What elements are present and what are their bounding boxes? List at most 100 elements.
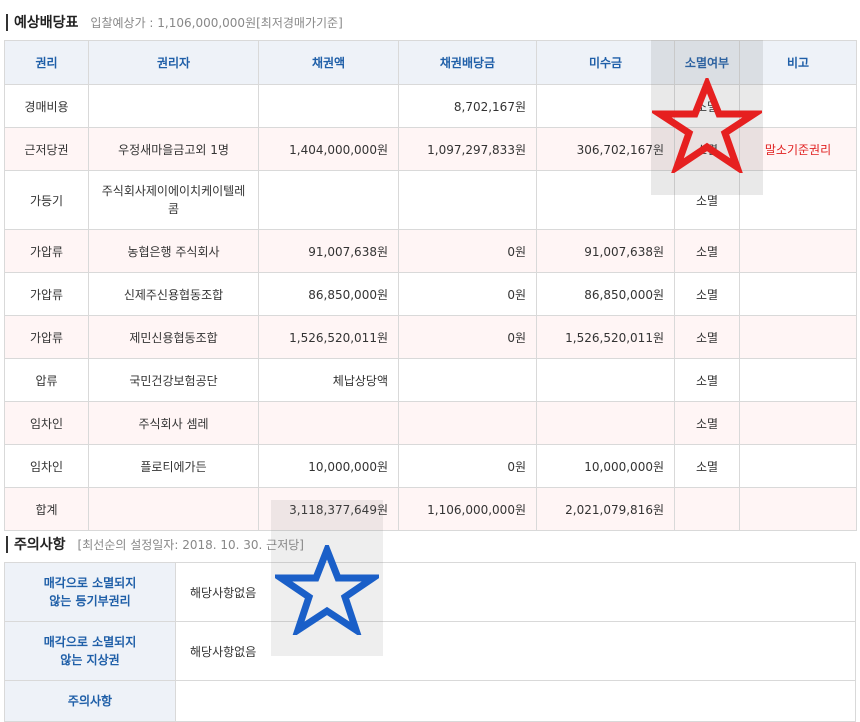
dividend-title: 예상배당표 xyxy=(14,15,79,31)
cell-extinct: 소멸 xyxy=(674,229,740,273)
row-label-line1: 매각으로 소멸되지 xyxy=(43,576,137,590)
table-header-row: 권리 권리자 채권액 채권배당금 미수금 소멸여부 비고 xyxy=(4,40,857,85)
cell-claim: 3,118,377,649원 xyxy=(258,487,399,531)
cell-dividend: 8,702,167원 xyxy=(398,84,537,128)
cell-unpaid: 306,702,167원 xyxy=(536,127,675,171)
col-header-unpaid: 미수금 xyxy=(536,40,675,85)
cell-dividend: 0원 xyxy=(398,315,537,359)
cell-note xyxy=(739,272,857,316)
row-label: 매각으로 소멸되지 않는 등기부권리 xyxy=(4,562,176,622)
cell-claim xyxy=(258,401,399,445)
row-value: 해당사항없음 xyxy=(175,621,856,681)
cell-claim xyxy=(258,84,399,128)
cell-holder xyxy=(88,487,259,531)
cell-note xyxy=(739,84,857,128)
cell-note xyxy=(739,315,857,359)
cell-extinct: 소멸 xyxy=(674,444,740,488)
cell-holder xyxy=(88,84,259,128)
cell-extinct: 소멸 xyxy=(674,84,740,128)
cell-unpaid: 2,021,079,816원 xyxy=(536,487,675,531)
cell-right: 임차인 xyxy=(4,444,89,488)
cell-extinct: 소멸 xyxy=(674,315,740,359)
title-bar xyxy=(6,535,8,553)
col-header-note: 비고 xyxy=(739,40,857,85)
col-header-extinct: 소멸여부 xyxy=(674,40,740,85)
cell-note xyxy=(739,444,857,488)
cell-holder: 우정새마을금고외 1명 xyxy=(88,127,259,171)
cell-unpaid xyxy=(536,358,675,402)
cell-holder: 주식회사제이에이치케이텔레콤 xyxy=(88,170,259,230)
table-row: 매각으로 소멸되지 않는 지상권 해당사항없음 xyxy=(4,621,856,681)
dividend-table: 권리 권리자 채권액 채권배당금 미수금 소멸여부 비고 경매비용 8,702,… xyxy=(4,40,857,531)
cell-unpaid xyxy=(536,84,675,128)
dividend-subtitle: 입찰예상가 : 1,106,000,000원[최저경매가기준] xyxy=(90,16,343,30)
col-header-claim: 채권액 xyxy=(258,40,399,85)
cell-claim: 1,404,000,000원 xyxy=(258,127,399,171)
notes-title: 주의사항 xyxy=(14,537,66,553)
cell-extinct: 소멸 xyxy=(674,170,740,230)
table-row: 매각으로 소멸되지 않는 등기부권리 해당사항없음 xyxy=(4,562,856,622)
cell-note xyxy=(739,170,857,230)
cell-dividend: 1,106,000,000원 xyxy=(398,487,537,531)
row-label-line2: 않는 등기부권리 xyxy=(49,594,131,608)
cell-unpaid: 91,007,638원 xyxy=(536,229,675,273)
cell-dividend xyxy=(398,358,537,402)
cell-right: 가압류 xyxy=(4,229,89,273)
row-label-line1: 매각으로 소멸되지 xyxy=(43,635,137,649)
title-bar xyxy=(6,13,8,31)
cell-holder: 국민건강보험공단 xyxy=(88,358,259,402)
dividend-section-header: 예상배당표 입찰예상가 : 1,106,000,000원[최저경매가기준] xyxy=(6,12,343,32)
cell-note xyxy=(739,401,857,445)
cell-right: 근저당권 xyxy=(4,127,89,171)
cell-unpaid: 1,526,520,011원 xyxy=(536,315,675,359)
col-header-holder: 권리자 xyxy=(88,40,259,85)
cell-holder: 제민신용협동조합 xyxy=(88,315,259,359)
cell-note xyxy=(739,358,857,402)
cell-dividend: 1,097,297,833원 xyxy=(398,127,537,171)
cell-unpaid: 10,000,000원 xyxy=(536,444,675,488)
cell-claim: 10,000,000원 xyxy=(258,444,399,488)
cell-claim: 체납상당액 xyxy=(258,358,399,402)
cell-note: 말소기준권리 xyxy=(739,127,857,171)
total-row: 합계 3,118,377,649원 1,106,000,000원 2,021,0… xyxy=(4,487,857,531)
cell-right: 경매비용 xyxy=(4,84,89,128)
cell-note xyxy=(739,487,857,531)
cell-dividend: 0원 xyxy=(398,444,537,488)
cell-right: 가등기 xyxy=(4,170,89,230)
cell-right: 임차인 xyxy=(4,401,89,445)
cell-extinct: 소멸 xyxy=(674,358,740,402)
cell-holder: 신제주신용협동조합 xyxy=(88,272,259,316)
table-row: 임차인 플로티에가든 10,000,000원 0원 10,000,000원 소멸 xyxy=(4,444,857,488)
notes-section-header: 주의사항 [최선순의 설정일자: 2018. 10. 30. 근저당] xyxy=(6,534,304,554)
cell-right: 가압류 xyxy=(4,272,89,316)
cell-right: 합계 xyxy=(4,487,89,531)
table-row: 압류 국민건강보험공단 체납상당액 소멸 xyxy=(4,358,857,402)
cell-right: 압류 xyxy=(4,358,89,402)
table-row: 가등기 주식회사제이에이치케이텔레콤 소멸 xyxy=(4,170,857,230)
row-value xyxy=(175,680,856,722)
cell-note xyxy=(739,229,857,273)
cell-claim xyxy=(258,170,399,230)
cell-extinct xyxy=(674,487,740,531)
cell-dividend: 0원 xyxy=(398,229,537,273)
row-label: 매각으로 소멸되지 않는 지상권 xyxy=(4,621,176,681)
table-row: 가압류 제민신용협동조합 1,526,520,011원 0원 1,526,520… xyxy=(4,315,857,359)
cell-holder: 농협은행 주식회사 xyxy=(88,229,259,273)
row-value: 해당사항없음 xyxy=(175,562,856,622)
cell-unpaid: 86,850,000원 xyxy=(536,272,675,316)
cell-extinct: 소멸 xyxy=(674,272,740,316)
row-label: 주의사항 xyxy=(4,680,176,722)
row-label-line2: 않는 지상권 xyxy=(60,653,120,667)
cell-extinct: 소멸 xyxy=(674,127,740,171)
table-row: 가압류 농협은행 주식회사 91,007,638원 0원 91,007,638원… xyxy=(4,229,857,273)
cell-dividend: 0원 xyxy=(398,272,537,316)
cell-holder: 플로티에가든 xyxy=(88,444,259,488)
cell-dividend xyxy=(398,170,537,230)
cell-claim: 1,526,520,011원 xyxy=(258,315,399,359)
cell-holder: 주식회사 셈레 xyxy=(88,401,259,445)
notes-table: 매각으로 소멸되지 않는 등기부권리 해당사항없음 매각으로 소멸되지 않는 지… xyxy=(4,562,856,722)
cell-claim: 91,007,638원 xyxy=(258,229,399,273)
cell-claim: 86,850,000원 xyxy=(258,272,399,316)
table-row: 경매비용 8,702,167원 소멸 xyxy=(4,84,857,128)
col-header-right: 권리 xyxy=(4,40,89,85)
